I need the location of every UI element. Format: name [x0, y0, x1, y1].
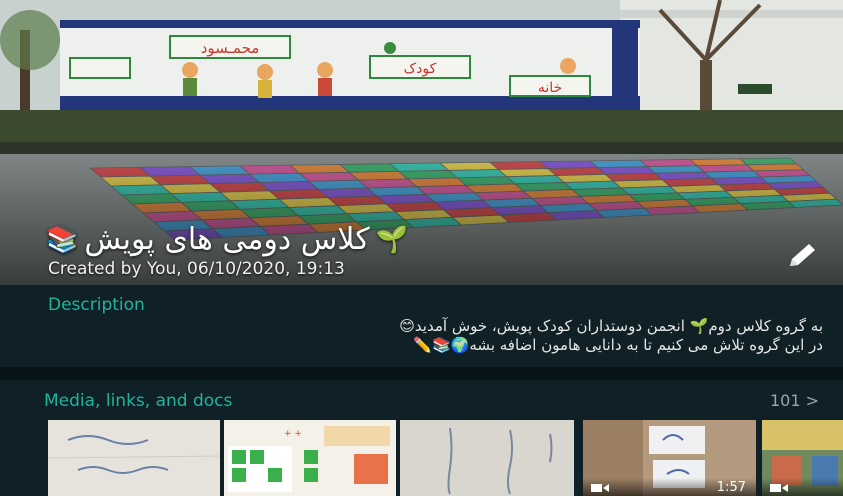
svg-text:+ +: + +: [284, 429, 302, 439]
media-thumbnail[interactable]: [48, 420, 220, 496]
handwritten-page-image: [48, 420, 220, 496]
handwritten-page-image: [400, 420, 574, 496]
group-name-text: کلاس دومی های پویش: [84, 222, 370, 257]
description-line-1: به گروه کلاس دوم🌱 انجمن دوستداران کودک پ…: [399, 317, 823, 335]
video-camera-icon: [770, 484, 788, 492]
group-name[interactable]: 📚 کلاس دومی های پویش 🌱: [46, 222, 408, 257]
media-section[interactable]: Media, links, and docs 101 > + + 1:57: [0, 380, 843, 496]
worksheet-image: + +: [224, 420, 396, 496]
description-text: به گروه کلاس دوم🌱 انجمن دوستداران کودک پ…: [33, 317, 823, 355]
created-by-text: Created by You, 06/10/2020, 19:13: [48, 259, 345, 279]
media-thumbnail-video[interactable]: [762, 420, 843, 496]
edit-group-button[interactable]: [782, 240, 822, 272]
media-count-link[interactable]: 101 >: [770, 391, 819, 410]
section-divider: [0, 367, 843, 380]
pencil-icon: [790, 244, 815, 266]
group-photo[interactable]: محمـسود کودک خانه 📚 کلاس دومی های پویش 🌱…: [0, 0, 843, 285]
video-duration: 1:57: [716, 480, 746, 495]
description-section[interactable]: Description به گروه کلاس دوم🌱 انجمن دوست…: [0, 285, 843, 367]
media-thumbnail[interactable]: [400, 420, 574, 496]
video-camera-icon: [591, 484, 609, 492]
books-emoji: 🌱: [375, 224, 408, 255]
description-line-2: در این گروه تلاش می کنیم تا به دانایی ها…: [413, 336, 823, 354]
seedling-emoji: 📚: [46, 224, 79, 255]
description-label: Description: [48, 295, 145, 315]
media-thumbnail-video[interactable]: 1:57: [583, 420, 756, 496]
media-thumbnail[interactable]: + +: [224, 420, 396, 496]
media-links-docs-label: Media, links, and docs: [44, 391, 233, 411]
